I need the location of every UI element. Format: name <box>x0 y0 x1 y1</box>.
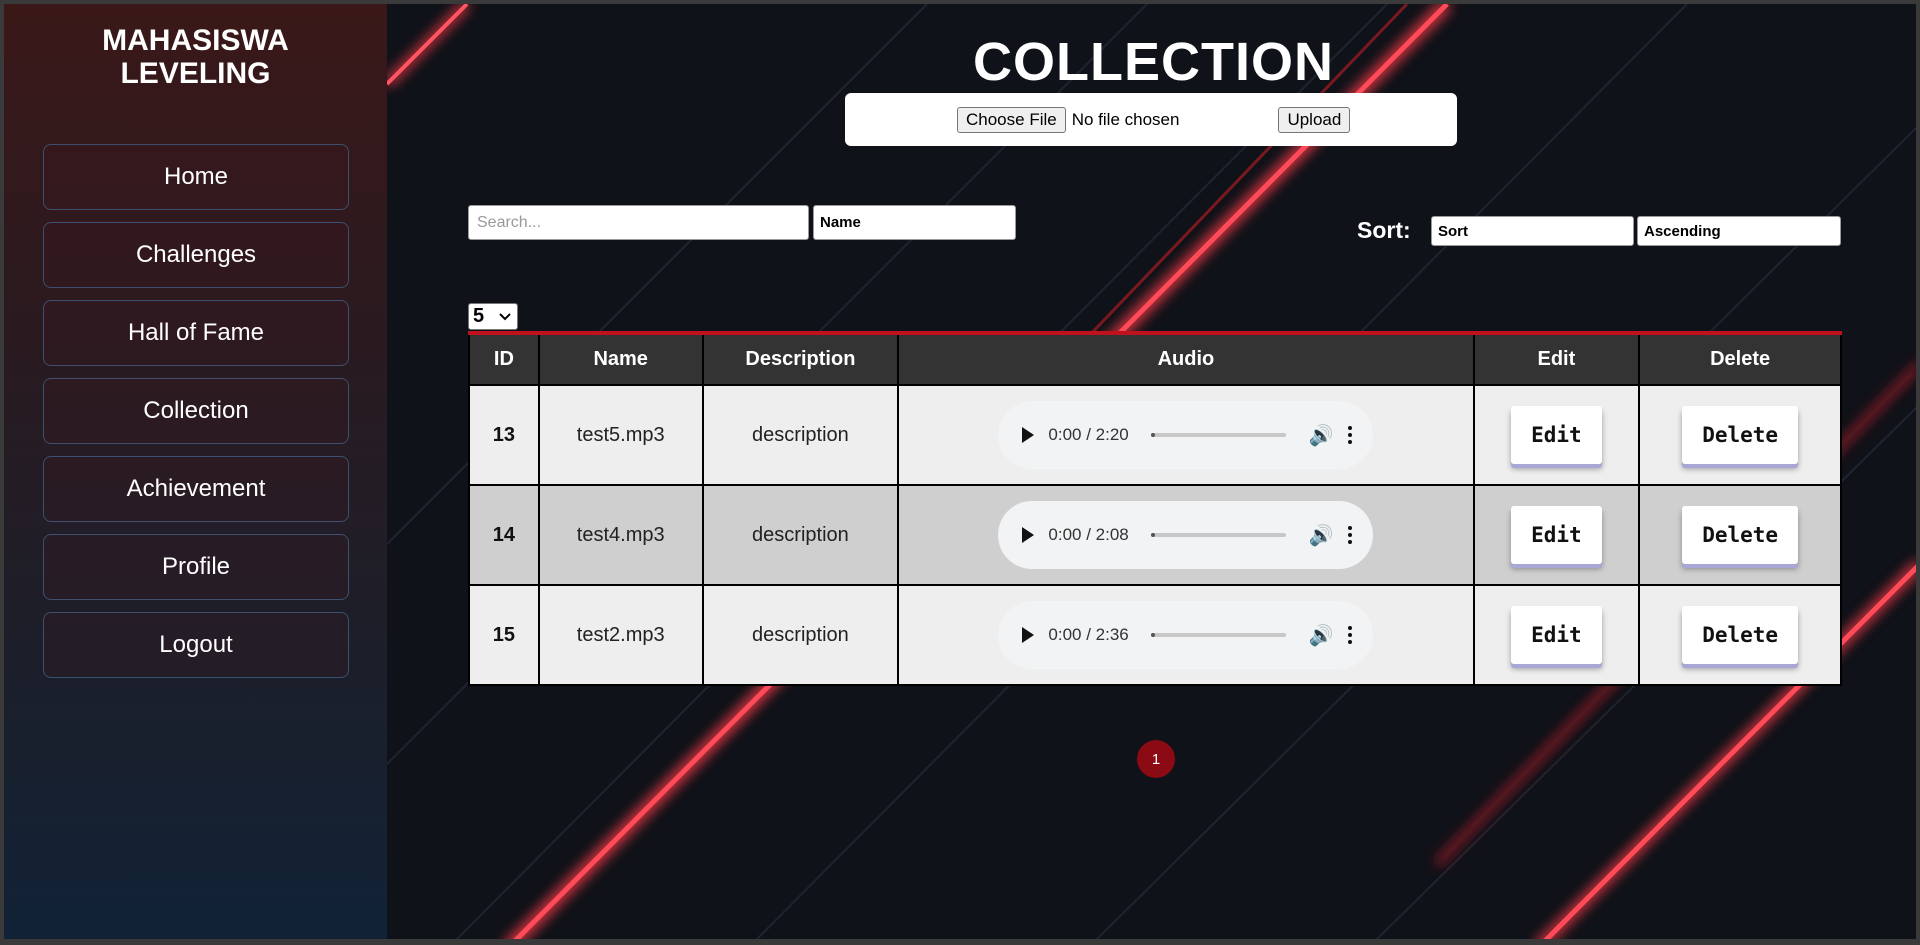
sidebar-item-achievement[interactable]: Achievement <box>43 456 349 522</box>
play-icon[interactable] <box>1022 427 1035 443</box>
more-options-icon[interactable] <box>1347 526 1353 544</box>
cell-delete: Delete <box>1638 584 1842 686</box>
edit-button[interactable]: Edit <box>1511 406 1602 464</box>
cell-id: 14 <box>468 484 540 586</box>
audio-seek-bar[interactable] <box>1150 633 1287 637</box>
sidebar-item-hall-of-fame[interactable]: Hall of Fame <box>43 300 349 366</box>
brand-line1: MAHASISWA <box>102 24 289 57</box>
search-field-select[interactable]: Name <box>813 205 1016 240</box>
cell-edit: Edit <box>1472 584 1641 686</box>
sort-label: Sort: <box>1357 217 1411 243</box>
rows-per-page-value: 5 <box>473 305 485 327</box>
cell-delete: Delete <box>1638 484 1842 586</box>
sort-order-select[interactable]: Ascending <box>1637 216 1841 246</box>
more-options-icon[interactable] <box>1347 426 1353 444</box>
brand-line2: LEVELING <box>120 57 271 90</box>
sort-by-select[interactable]: Sort <box>1431 216 1634 246</box>
brand-logo: MAHASISWA LEVELING <box>4 24 387 90</box>
table-row: 15 test2.mp3 description 0:00 / 2:36 🔊 E… <box>468 584 1842 686</box>
volume-icon[interactable]: 🔊 <box>1308 623 1333 648</box>
choose-file-button[interactable]: Choose File <box>957 106 1066 133</box>
pagination-page-1[interactable]: 1 <box>1137 740 1175 778</box>
page-title: COLLECTION <box>973 32 1334 92</box>
delete-button[interactable]: Delete <box>1682 506 1799 564</box>
chevron-down-icon <box>499 312 511 320</box>
delete-button[interactable]: Delete <box>1682 606 1799 664</box>
audio-time: 0:00 / 2:20 <box>1048 425 1129 444</box>
main-content: COLLECTION Choose File No file chosen Up… <box>387 4 1916 939</box>
app-window: MAHASISWA LEVELING Home Challenges Hall … <box>0 0 1920 945</box>
cell-name: test2.mp3 <box>537 584 704 686</box>
cell-name: test4.mp3 <box>537 484 704 586</box>
edit-button[interactable]: Edit <box>1511 506 1602 564</box>
table-row: 13 test5.mp3 description 0:00 / 2:20 🔊 E… <box>468 384 1842 486</box>
table-header-row: ID Name Description Audio Edit Delete <box>468 332 1842 386</box>
delete-button[interactable]: Delete <box>1682 406 1799 464</box>
audio-player: 0:00 / 2:08 🔊 <box>998 501 1374 569</box>
volume-icon[interactable]: 🔊 <box>1308 423 1333 448</box>
edit-button[interactable]: Edit <box>1511 606 1602 664</box>
sidebar-item-challenges[interactable]: Challenges <box>43 222 349 288</box>
column-header-edit: Edit <box>1472 332 1641 386</box>
play-icon[interactable] <box>1022 627 1035 643</box>
cell-description: description <box>701 384 900 486</box>
upload-button[interactable]: Upload <box>1278 106 1351 133</box>
file-status: No file chosen <box>1071 109 1180 129</box>
sidebar: MAHASISWA LEVELING Home Challenges Hall … <box>4 4 387 939</box>
audio-player: 0:00 / 2:36 🔊 <box>998 601 1374 669</box>
sidebar-item-home[interactable]: Home <box>43 144 349 210</box>
cell-name: test5.mp3 <box>537 384 704 486</box>
audio-time: 0:00 / 2:36 <box>1048 625 1129 644</box>
column-header-audio: Audio <box>897 332 1475 386</box>
cell-description: description <box>701 584 900 686</box>
volume-icon[interactable]: 🔊 <box>1308 523 1333 548</box>
sidebar-item-profile[interactable]: Profile <box>43 534 349 600</box>
more-options-icon[interactable] <box>1347 626 1353 644</box>
rows-per-page-select[interactable]: 5 <box>468 303 518 330</box>
cell-audio: 0:00 / 2:20 🔊 <box>897 384 1475 486</box>
sidebar-item-collection[interactable]: Collection <box>43 378 349 444</box>
cell-id: 15 <box>468 584 540 686</box>
cell-edit: Edit <box>1472 384 1641 486</box>
audio-seek-bar[interactable] <box>1150 433 1287 437</box>
search-input[interactable] <box>468 205 809 240</box>
cell-audio: 0:00 / 2:08 🔊 <box>897 484 1475 586</box>
cell-edit: Edit <box>1472 484 1641 586</box>
play-icon[interactable] <box>1022 527 1035 543</box>
audio-player: 0:00 / 2:20 🔊 <box>998 401 1374 469</box>
audio-time: 0:00 / 2:08 <box>1048 525 1129 544</box>
column-header-id: ID <box>468 332 540 386</box>
cell-id: 13 <box>468 384 540 486</box>
cell-delete: Delete <box>1638 384 1842 486</box>
cell-description: description <box>701 484 900 586</box>
column-header-name: Name <box>537 332 704 386</box>
upload-form: Choose File No file chosen Upload <box>845 93 1457 146</box>
column-header-delete: Delete <box>1638 332 1842 386</box>
table-row: 14 test4.mp3 description 0:00 / 2:08 🔊 E… <box>468 484 1842 586</box>
collection-table: ID Name Description Audio Edit Delete 13… <box>468 331 1842 686</box>
column-header-description: Description <box>701 332 900 386</box>
audio-seek-bar[interactable] <box>1150 533 1287 537</box>
cell-audio: 0:00 / 2:36 🔊 <box>897 584 1475 686</box>
sidebar-item-logout[interactable]: Logout <box>43 612 349 678</box>
